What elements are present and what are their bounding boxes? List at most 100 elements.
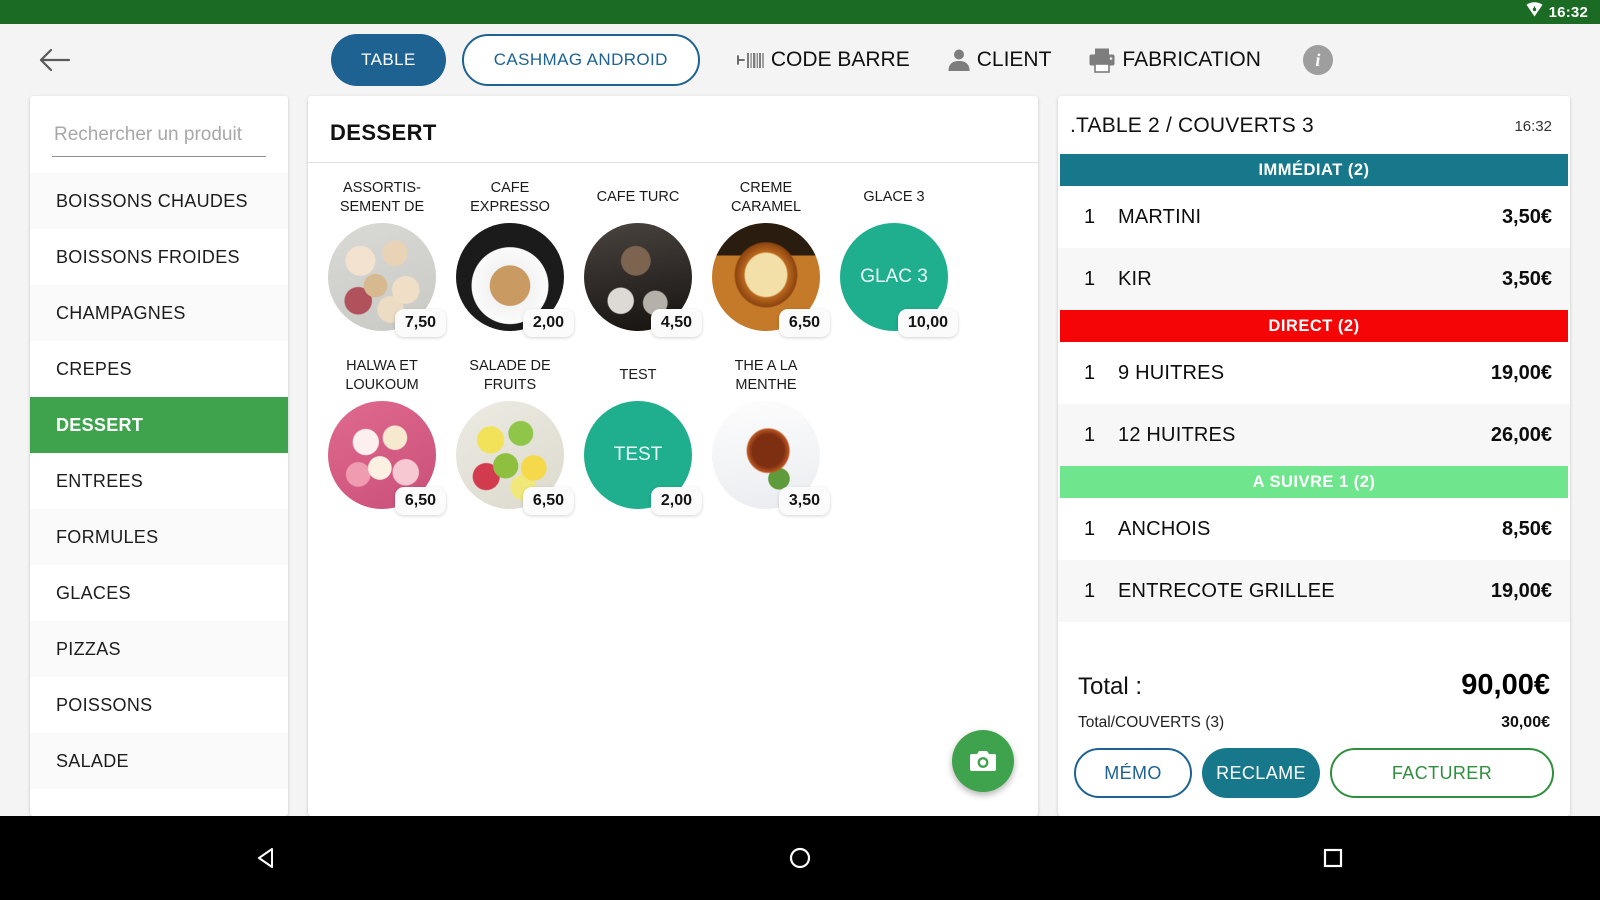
product-card[interactable]: CREME CARAMEL 6,50 bbox=[707, 177, 830, 337]
sidebar-item-crepes[interactable]: CREPES bbox=[30, 341, 288, 397]
product-label: SALADE DE FRUITS bbox=[469, 357, 551, 393]
line-qty: 1 bbox=[1084, 361, 1096, 384]
facturer-button[interactable]: FACTURER bbox=[1330, 748, 1554, 798]
product-card[interactable]: HALWA ET LOUKOUM 6,50 bbox=[323, 355, 446, 515]
product-label: ASSORTIS- SEMENT DE bbox=[339, 179, 425, 215]
product-price-badge: 2,00 bbox=[650, 487, 702, 515]
back-arrow-icon[interactable] bbox=[22, 30, 88, 90]
line-price: 19,00€ bbox=[1490, 361, 1552, 384]
line-qty: 1 bbox=[1084, 579, 1096, 602]
product-thumb-wrapper: 3,50 bbox=[712, 401, 830, 515]
line-qty: 1 bbox=[1084, 517, 1096, 540]
main-content: BOISSONS CHAUDESBOISSONS FROIDESCHAMPAGN… bbox=[0, 96, 1600, 816]
sidebar-item-formules[interactable]: FORMULES bbox=[30, 509, 288, 565]
cashmag-android-button[interactable]: CASHMAG ANDROID bbox=[461, 34, 700, 86]
client-label: CLIENT bbox=[976, 48, 1052, 71]
sidebar-item-entrees[interactable]: ENTREES bbox=[30, 453, 288, 509]
wifi-icon bbox=[1526, 2, 1543, 22]
product-card[interactable]: THE A LA MENTHE 3,50 bbox=[707, 355, 830, 515]
line-price: 3,50€ bbox=[1501, 205, 1552, 228]
search-input[interactable] bbox=[52, 120, 266, 157]
ticket-line-row[interactable]: 1 9 HUITRES 19,00€ bbox=[1058, 342, 1570, 404]
barcode-icon bbox=[736, 49, 766, 71]
ticket-time: 16:32 bbox=[1514, 117, 1552, 135]
line-price: 3,50€ bbox=[1501, 267, 1552, 290]
total-row: Total : 90,00€ bbox=[1058, 655, 1570, 704]
product-thumb-wrapper: 6,50 bbox=[712, 223, 830, 337]
product-card[interactable]: ASSORTIS- SEMENT DE 7,50 bbox=[323, 177, 446, 337]
square-recents-icon[interactable] bbox=[1288, 828, 1378, 888]
subtotal-row: Total/COUVERTS (3) 30,00€ bbox=[1058, 704, 1570, 732]
line-name: ENTRECOTE GRILLEE bbox=[1118, 579, 1335, 602]
product-card[interactable]: TEST TEST 2,00 bbox=[579, 355, 702, 515]
sidebar-item-champagnes[interactable]: CHAMPAGNES bbox=[30, 285, 288, 341]
product-price-badge: 2,00 bbox=[522, 309, 574, 337]
search-wrapper bbox=[30, 96, 288, 157]
product-thumb-wrapper: TEST 2,00 bbox=[584, 401, 702, 515]
product-card[interactable]: GLACE 3 GLAC 3 10,00 bbox=[835, 177, 958, 337]
order-ticket-panel: .TABLE 2 / COUVERTS 3 16:32 IMMÉDIAT (2)… bbox=[1058, 96, 1570, 816]
ticket-header: .TABLE 2 / COUVERTS 3 16:32 bbox=[1058, 96, 1570, 154]
ticket-line-row[interactable]: 1 12 HUITRES 26,00€ bbox=[1058, 404, 1570, 466]
product-card[interactable]: CAFE TURC 4,50 bbox=[579, 177, 702, 337]
status-clock: 16:32 bbox=[1548, 3, 1588, 21]
line-name: KIR bbox=[1118, 267, 1152, 290]
product-label: CAFE TURC bbox=[596, 189, 680, 206]
product-label: THE A LA MENTHE bbox=[734, 357, 798, 393]
ticket-line-row[interactable]: 1 ENTRECOTE GRILLEE 19,00€ bbox=[1058, 560, 1570, 622]
ticket-line-row[interactable]: 1 ANCHOIS 8,50€ bbox=[1058, 498, 1570, 560]
product-price-badge: 7,50 bbox=[394, 309, 446, 337]
ticket-line-row[interactable]: 1 KIR 3,50€ bbox=[1058, 248, 1570, 310]
ticket-spacer bbox=[1058, 622, 1570, 655]
android-nav-bar bbox=[0, 816, 1600, 900]
memo-button[interactable]: MÉMO bbox=[1074, 748, 1192, 798]
fabrication-label: FABRICATION bbox=[1122, 48, 1261, 71]
product-price-badge: 6,50 bbox=[394, 487, 446, 515]
product-price-badge: 6,50 bbox=[778, 309, 830, 337]
ticket-sections: IMMÉDIAT (2) 1 MARTINI 3,50€ 1 KIR 3,50€ DIRECT… bbox=[1058, 154, 1570, 622]
category-sidebar: BOISSONS CHAUDESBOISSONS FROIDESCHAMPAGN… bbox=[30, 96, 288, 816]
reclame-button[interactable]: RECLAME bbox=[1202, 748, 1320, 798]
line-name: MARTINI bbox=[1118, 205, 1202, 228]
sidebar-item-boissons-froides[interactable]: BOISSONS FROIDES bbox=[30, 229, 288, 285]
fabrication-button[interactable]: FABRICATION bbox=[1087, 47, 1261, 73]
product-price-badge: 4,50 bbox=[650, 309, 702, 337]
line-name: 12 HUITRES bbox=[1118, 423, 1236, 446]
table-button[interactable]: TABLE bbox=[331, 34, 446, 86]
app-header: TABLE CASHMAG ANDROID CODE BARRE CLIENT … bbox=[0, 24, 1600, 96]
line-qty: 1 bbox=[1084, 205, 1096, 228]
line-price: 8,50€ bbox=[1501, 517, 1552, 540]
sidebar-item-salade[interactable]: SALADE bbox=[30, 733, 288, 789]
code-barre-button[interactable]: CODE BARRE bbox=[736, 48, 910, 72]
ticket-actions: MÉMO RECLAME FACTURER bbox=[1058, 732, 1570, 816]
pos-app-screen: 16:32 TABLE CASHMAG ANDROID CODE BARRE C… bbox=[0, 0, 1600, 900]
person-icon bbox=[946, 47, 972, 73]
line-qty: 1 bbox=[1084, 423, 1096, 446]
product-label: CAFE EXPRESSO bbox=[470, 179, 550, 215]
product-label: GLACE 3 bbox=[863, 189, 925, 206]
sidebar-item-boissons-chaudes[interactable]: BOISSONS CHAUDES bbox=[30, 173, 288, 229]
product-price-badge: 3,50 bbox=[778, 487, 830, 515]
android-status-bar: 16:32 bbox=[0, 0, 1600, 24]
sidebar-item-glaces[interactable]: GLACES bbox=[30, 565, 288, 621]
sidebar-item-pizzas[interactable]: PIZZAS bbox=[30, 621, 288, 677]
triangle-back-icon[interactable] bbox=[222, 828, 312, 888]
product-thumb-wrapper: 6,50 bbox=[328, 401, 446, 515]
sidebar-item-dessert[interactable]: DESSERT bbox=[30, 397, 288, 453]
product-card[interactable]: CAFE EXPRESSO 2,00 bbox=[451, 177, 574, 337]
total-label: Total : bbox=[1078, 673, 1143, 700]
code-barre-label: CODE BARRE bbox=[770, 48, 910, 71]
sidebar-item-poissons[interactable]: POISSONS bbox=[30, 677, 288, 733]
camera-icon[interactable] bbox=[952, 730, 1014, 792]
info-icon[interactable]: i bbox=[1302, 45, 1333, 75]
client-button[interactable]: CLIENT bbox=[946, 47, 1052, 73]
ticket-line-row[interactable]: 1 MARTINI 3,50€ bbox=[1058, 186, 1570, 248]
line-name: ANCHOIS bbox=[1118, 517, 1211, 540]
total-value: 90,00€ bbox=[1461, 669, 1550, 701]
line-price: 26,00€ bbox=[1490, 423, 1552, 446]
product-panel: DESSERT ASSORTIS- SEMENT DE 7,50 CAFE EXPRES… bbox=[308, 96, 1038, 816]
ticket-section-header: DIRECT (2) bbox=[1060, 310, 1568, 342]
category-list: BOISSONS CHAUDES BOISSONS FROIDES CHAMPAGN… bbox=[30, 173, 288, 816]
circle-home-icon[interactable] bbox=[755, 828, 845, 888]
product-card[interactable]: SALADE DE FRUITS 6,50 bbox=[451, 355, 574, 515]
